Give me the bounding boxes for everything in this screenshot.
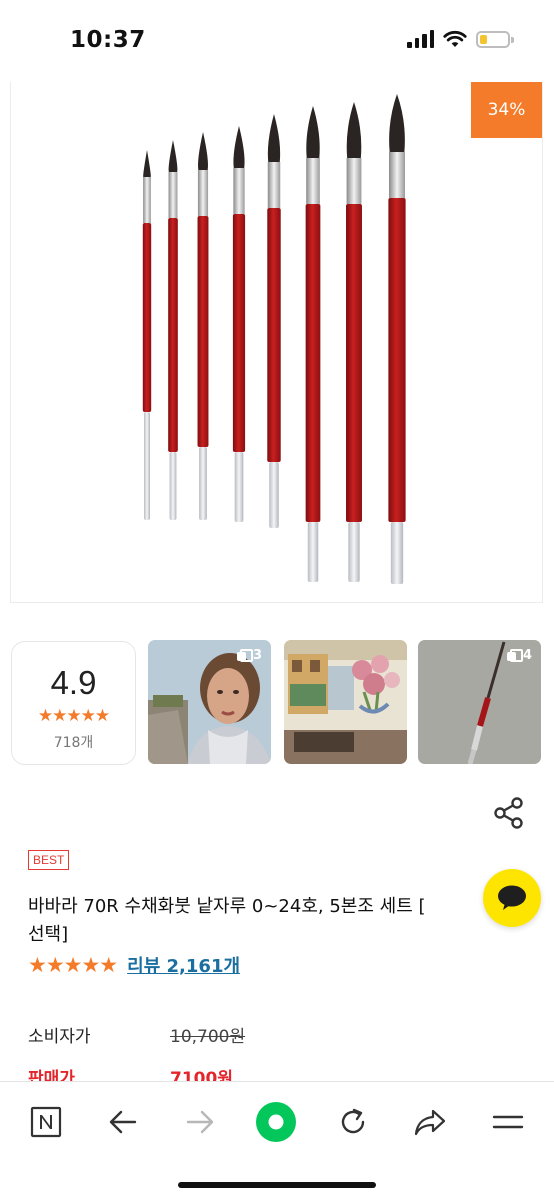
brush-ferrule	[233, 168, 245, 214]
review-summary: ★★★★★ 리뷰 2,161개	[28, 952, 240, 978]
refresh-button[interactable]	[331, 1100, 375, 1144]
status-bar: 10:37	[0, 0, 554, 80]
rating-score: 4.9	[50, 664, 97, 701]
street-painting-image	[284, 640, 407, 764]
brush-handle-end	[348, 522, 360, 582]
review-photo-thumbnail[interactable]: 3	[148, 640, 271, 764]
naver-green-dot-icon	[256, 1102, 296, 1142]
brush-handle	[197, 216, 209, 447]
brush-handle	[267, 208, 281, 462]
review-photo-thumbnail[interactable]: 4	[418, 640, 541, 764]
brush-tip	[168, 140, 178, 172]
best-badge: BEST	[28, 850, 70, 870]
product-main-image[interactable]: 34%	[10, 82, 543, 603]
brush-ferrule	[306, 158, 320, 204]
consumer-price-label: 소비자가	[28, 1027, 91, 1047]
kakao-chat-button[interactable]	[483, 869, 541, 927]
home-indicator	[178, 1182, 376, 1188]
battery-icon	[476, 30, 514, 48]
review-count-link[interactable]: 리뷰 2,161개	[127, 952, 240, 978]
photo-count: 4	[522, 648, 532, 663]
back-arrow-icon	[109, 1110, 137, 1134]
multi-photo-icon	[506, 649, 523, 662]
brush-handle-end	[144, 412, 150, 520]
photo-count: 3	[252, 648, 262, 663]
share-nodes-icon	[494, 797, 523, 829]
brush-tip	[389, 94, 405, 152]
discount-badge: 34%	[471, 82, 542, 138]
brush-handle-end	[307, 522, 319, 582]
brush-handle-end	[169, 452, 177, 520]
menu-button[interactable]	[486, 1100, 530, 1144]
review-photo-thumbnail[interactable]	[284, 640, 407, 764]
review-stars: ★★★★★	[28, 953, 118, 977]
brush-tip	[233, 126, 245, 168]
consumer-price-value: 10,700원	[170, 1027, 246, 1047]
brush-ferrule	[389, 152, 405, 198]
product-page: 10:37 34% 4.9 ★★★★★ 718개 3 4 BEST 바바라 70…	[0, 0, 554, 1200]
wifi-icon	[443, 30, 467, 47]
brush-handle	[305, 204, 321, 522]
multi-photo-icon	[236, 649, 253, 662]
brush-tip	[346, 102, 362, 158]
brush-handle-end	[269, 462, 279, 528]
product-title: 바바라 70R 수채화붓 낱자루 0~24호, 5본조 세트 [ 선택]	[28, 896, 426, 945]
brush-handle-end	[390, 522, 404, 584]
brush-ferrule	[143, 177, 151, 223]
photo-count-badge: 4	[506, 648, 532, 663]
brush-set-illustration	[142, 94, 406, 584]
brush-ferrule	[197, 170, 209, 216]
share-arrow-icon	[414, 1109, 446, 1136]
brush-handle	[142, 223, 152, 412]
brush-tip	[306, 106, 320, 158]
brush-tip	[143, 150, 151, 178]
share-button[interactable]	[492, 796, 526, 830]
naver-home-button[interactable]	[24, 1100, 68, 1144]
naver-n-icon	[30, 1106, 62, 1138]
brush-tip	[198, 132, 208, 170]
brush-handle	[388, 198, 406, 522]
brush-ferrule	[346, 158, 362, 204]
kakao-chat-icon	[498, 885, 526, 910]
signal-icon	[407, 30, 434, 48]
share-page-button[interactable]	[408, 1100, 452, 1144]
brush-handle	[168, 218, 178, 452]
menu-icon	[492, 1115, 524, 1129]
consumer-price-row: 소비자가 10,700원	[28, 1022, 245, 1047]
forward-arrow-icon	[186, 1110, 214, 1134]
brush-handle-end	[199, 447, 207, 520]
refresh-icon	[341, 1108, 365, 1134]
rating-count: 718개	[53, 735, 94, 751]
back-button[interactable]	[101, 1100, 145, 1144]
forward-button[interactable]	[178, 1100, 222, 1144]
brush-tip	[267, 114, 281, 162]
rating-summary-card[interactable]: 4.9 ★★★★★ 718개	[11, 641, 136, 765]
status-time: 10:37	[70, 27, 146, 53]
brush-handle-end	[234, 452, 244, 522]
brush-ferrule	[168, 172, 178, 218]
rating-stars: ★★★★★	[37, 706, 110, 726]
naver-green-dot-button[interactable]	[254, 1100, 298, 1144]
brush-ferrule	[267, 162, 281, 208]
brush-handle	[232, 214, 246, 452]
brush-handle	[346, 204, 362, 522]
status-icons	[407, 30, 514, 48]
photo-count-badge: 3	[236, 648, 262, 663]
